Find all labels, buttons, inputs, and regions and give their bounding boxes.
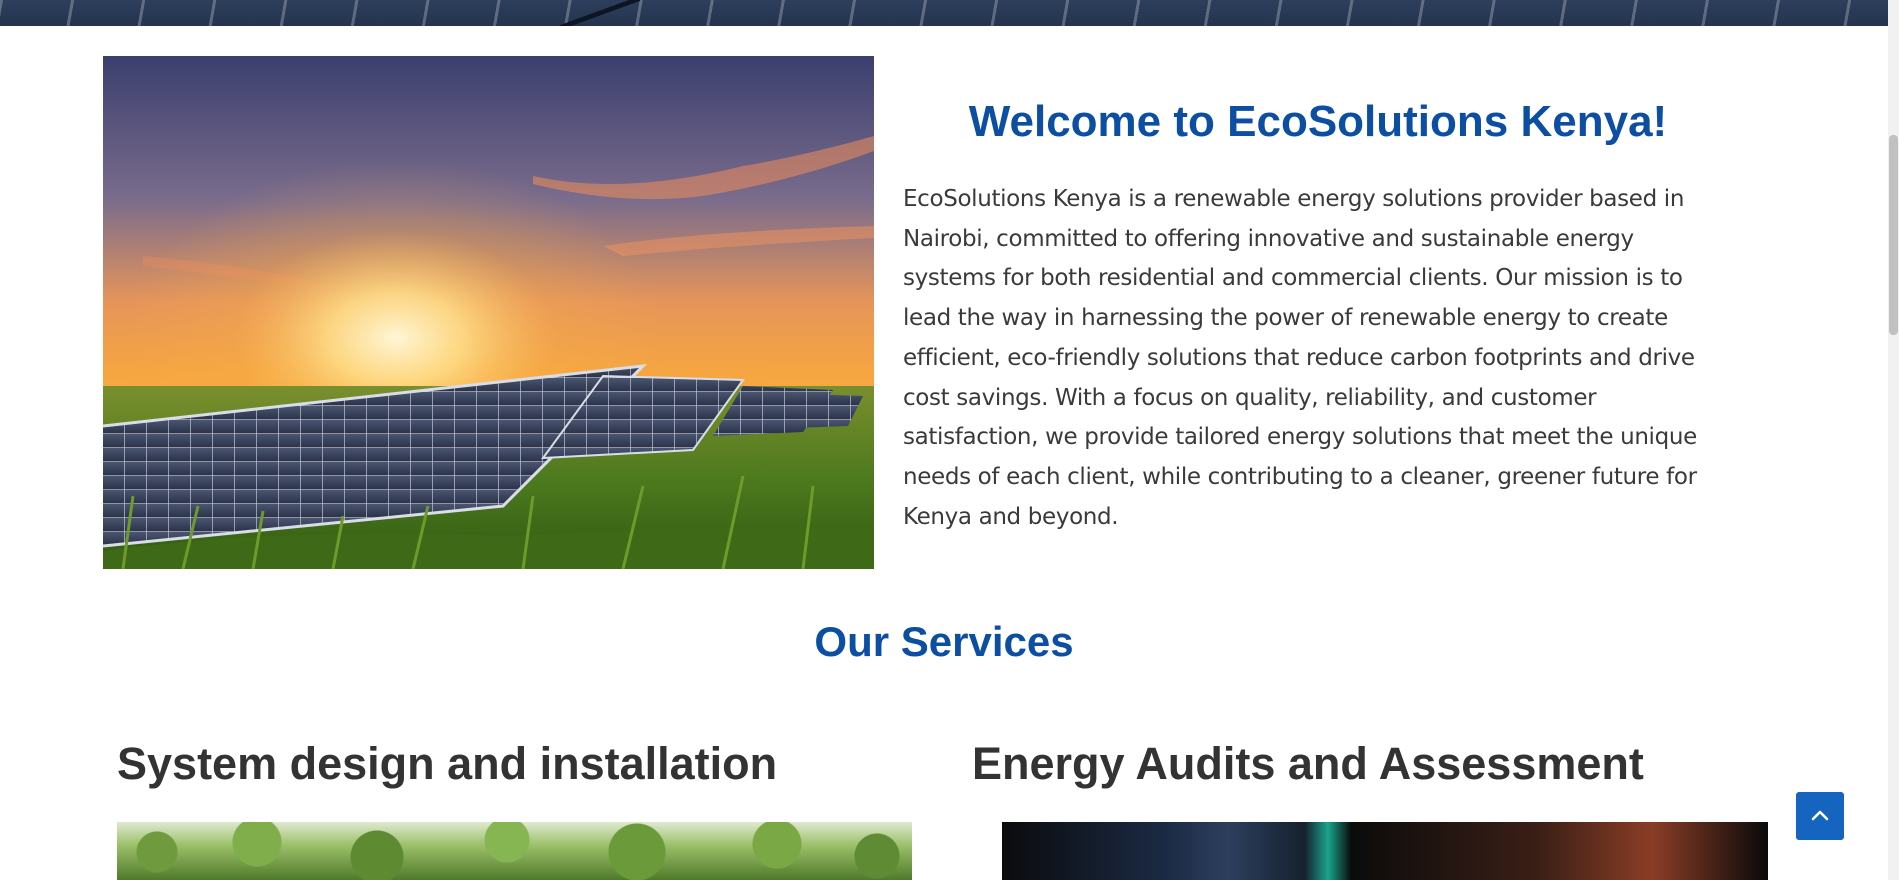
page: Welcome to EcoSolutions Kenya! EcoSoluti…: [0, 0, 1899, 880]
chevron-up-icon: [1811, 810, 1829, 821]
solar-panels-sunset-image: [103, 56, 874, 569]
service-title-system-design: System design and installation: [117, 738, 778, 789]
page-scrollbar[interactable]: [1888, 0, 1899, 880]
back-to-top-button[interactable]: [1796, 792, 1844, 840]
services-title: Our Services: [814, 618, 1074, 665]
hero-banner-image: [0, 0, 1888, 26]
welcome-title: Welcome to EcoSolutions Kenya!: [968, 97, 1668, 146]
service-image-energy-audits: [996, 822, 1768, 880]
welcome-section: Welcome to EcoSolutions Kenya! EcoSoluti…: [903, 90, 1733, 537]
scrollbar-thumb[interactable]: [1889, 135, 1898, 335]
welcome-description: EcoSolutions Kenya is a renewable energy…: [903, 186, 1697, 530]
service-image-system-design: [117, 822, 912, 880]
service-title-energy-audits: Energy Audits and Assessment: [972, 738, 1644, 789]
